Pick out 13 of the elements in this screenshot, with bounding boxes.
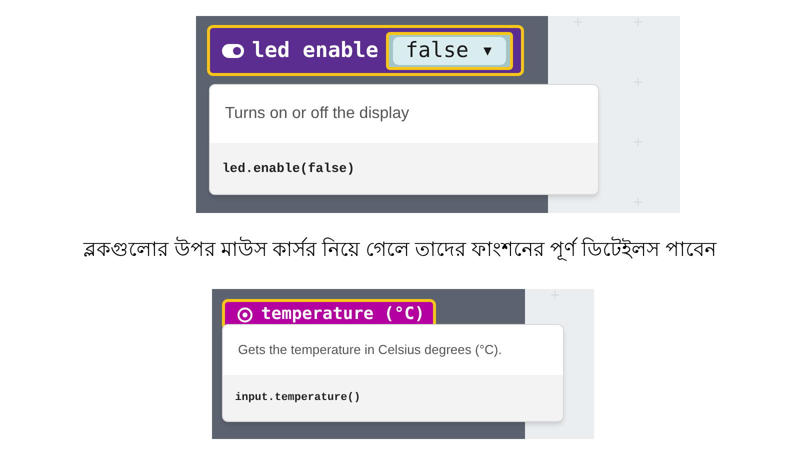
block-label: temperature (°C)	[261, 303, 425, 326]
grid-plus-icon	[550, 290, 560, 300]
grid-plus-icon	[573, 17, 583, 27]
grid-plus-icon	[633, 17, 643, 27]
toggle-icon	[222, 44, 244, 58]
caption: ব্লকগুলোর উপর মাউস কার্সর নিয়ে গেলে তাদের ফাংশনের পূর্ণ ডিটেইলস পাবেন	[0, 235, 800, 265]
code-snippet: input.temperature()	[235, 390, 360, 406]
block-label: led enable	[252, 36, 378, 64]
tooltip-description: Turns on or off the display	[225, 104, 410, 124]
tooltip-description: Gets the temperature in Celsius degrees (°C).	[238, 341, 502, 360]
code-block[interactable]: led enable false ▾	[207, 25, 524, 76]
code-snippet: led.enable(false)	[222, 160, 355, 178]
value-dropdown[interactable]: false ▾	[393, 36, 506, 64]
